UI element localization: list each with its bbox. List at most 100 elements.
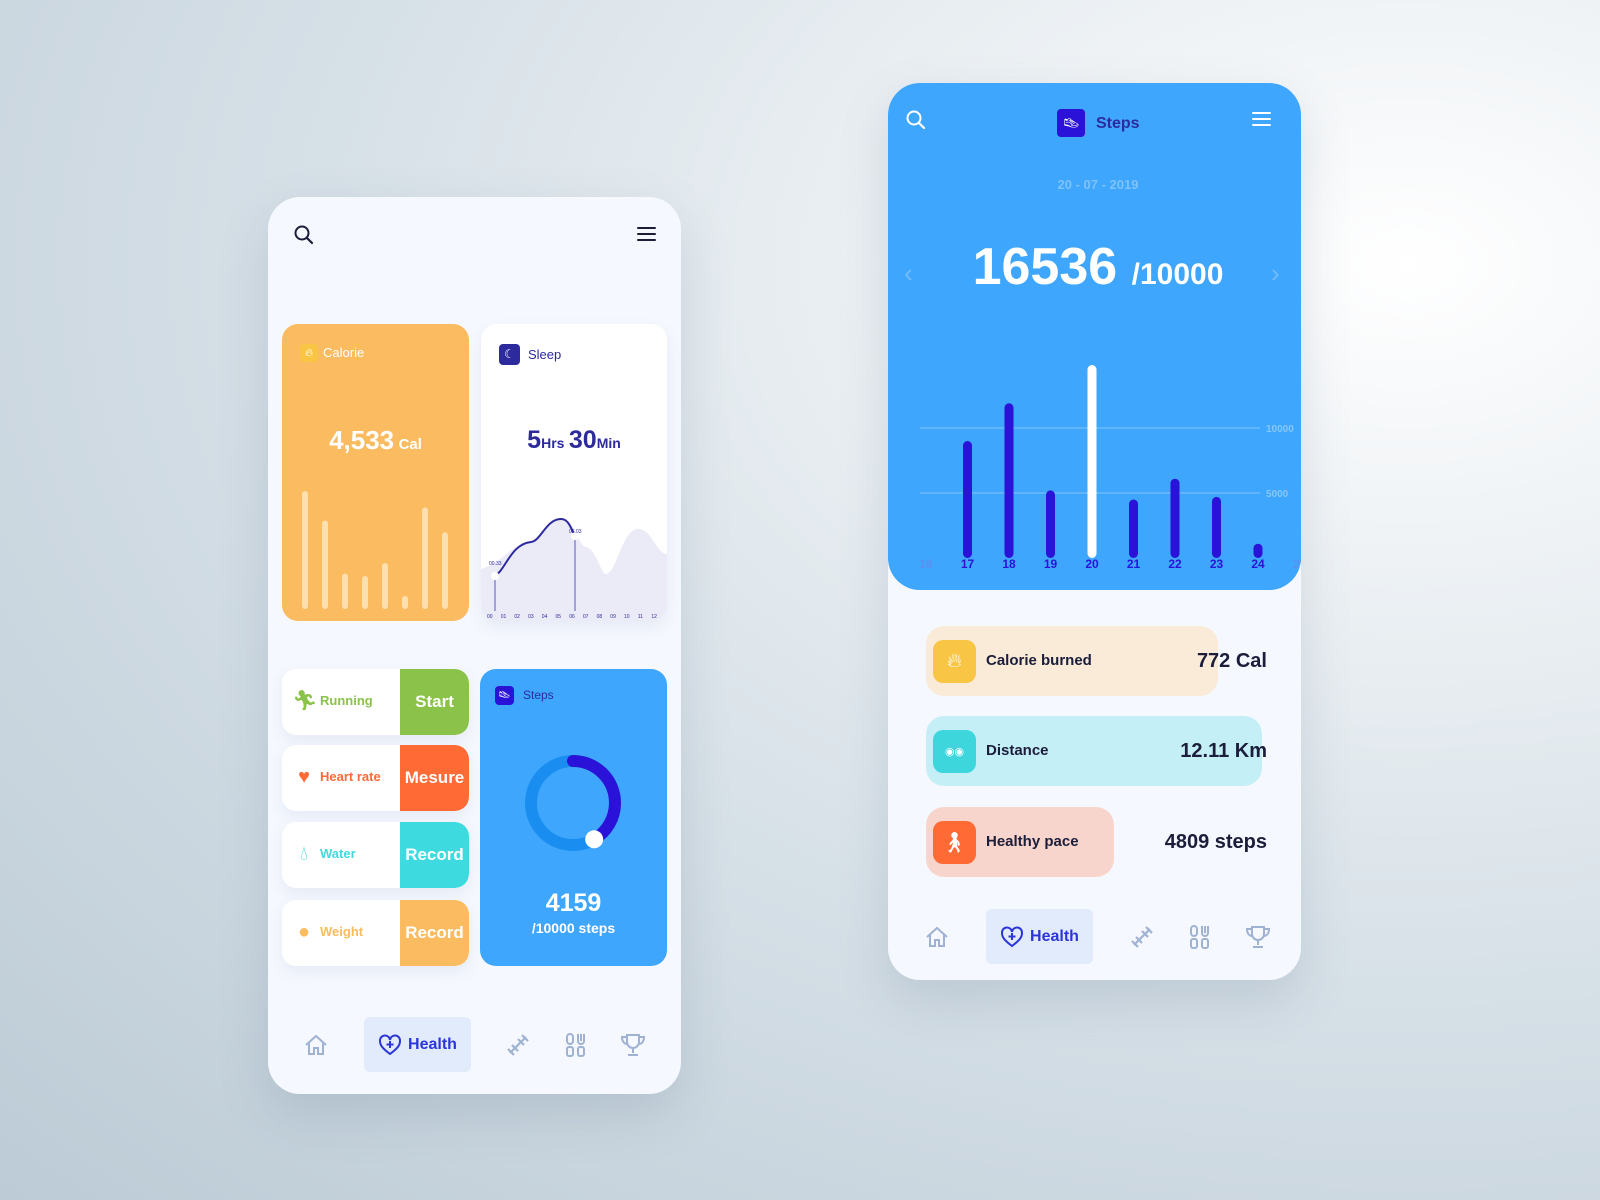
step-bar-22[interactable] bbox=[1170, 478, 1180, 558]
start-marker-dot bbox=[491, 572, 499, 580]
home-icon[interactable] bbox=[302, 1031, 330, 1059]
heart-plus-icon bbox=[379, 1033, 402, 1055]
x-tick-label: 18 bbox=[1002, 557, 1016, 571]
step-bar-21[interactable] bbox=[1129, 499, 1138, 559]
bottom-nav: Health bbox=[268, 1017, 681, 1073]
sleep-tick-label: 07 bbox=[583, 614, 589, 620]
cutlery-icon[interactable] bbox=[1186, 923, 1214, 951]
home-icon[interactable] bbox=[923, 923, 951, 951]
calorie-value: 4,533 bbox=[329, 425, 395, 455]
x-tick-label: 23 bbox=[1210, 557, 1224, 571]
stat-value: 12.11 Km bbox=[1180, 740, 1267, 762]
water-drop-icon: 💧︎ bbox=[300, 843, 308, 865]
steps-total-goal: /10000 bbox=[1131, 258, 1224, 291]
stat-row-calorie-burned[interactable]: 🔥︎ Calorie burned 772 Cal bbox=[926, 626, 1267, 696]
sleep-tick-label: 01 bbox=[501, 614, 507, 620]
sleep-tick-label: 04 bbox=[542, 614, 548, 620]
stat-label: Calorie burned bbox=[986, 652, 1092, 669]
nav-health-tab[interactable]: Health bbox=[364, 1017, 471, 1072]
cutlery-icon[interactable] bbox=[562, 1031, 590, 1059]
calorie-bar bbox=[362, 575, 368, 609]
calorie-card[interactable]: 🔥︎ Calorie 4,533 Cal bbox=[282, 324, 469, 621]
menu-icon[interactable] bbox=[1252, 111, 1272, 127]
activity-label: Weight bbox=[320, 924, 364, 939]
activity-label: Heart rate bbox=[320, 769, 381, 784]
calorie-bar-chart bbox=[302, 491, 448, 609]
calorie-bar bbox=[302, 491, 308, 609]
stat-value: 772 Cal bbox=[1196, 650, 1267, 672]
sleep-card[interactable]: ☾ Sleep 5Hrs 30Min 00.33 06.03 00 01 02 03 0… bbox=[481, 324, 667, 621]
step-bar-20[interactable] bbox=[1087, 365, 1097, 558]
stat-label: Distance bbox=[986, 742, 1049, 759]
calorie-bar bbox=[342, 573, 348, 609]
y-tick-label: 10000 bbox=[1266, 424, 1294, 435]
activity-action-button[interactable]: Record bbox=[400, 822, 469, 888]
calorie-bar bbox=[322, 520, 328, 609]
step-bar-24[interactable] bbox=[1253, 543, 1263, 558]
steps-value: 4159 bbox=[545, 889, 602, 917]
activity-action-button[interactable]: Start bbox=[400, 669, 469, 735]
menu-icon[interactable] bbox=[637, 226, 657, 242]
calorie-value-wrap: 4,533 Cal bbox=[282, 425, 469, 456]
dumbbell-icon[interactable] bbox=[504, 1031, 532, 1059]
sleep-tick-label: 11 bbox=[638, 614, 643, 620]
sleep-label: Sleep bbox=[528, 347, 562, 362]
steps-total-value: 16536 bbox=[972, 238, 1118, 296]
steps-card[interactable]: 👟︎ Steps 4159 /10000 steps bbox=[480, 669, 667, 966]
sleep-tick-label: 03 bbox=[528, 614, 534, 620]
activity-label: Water bbox=[320, 846, 356, 861]
sleep-tick-label: 06 bbox=[569, 614, 575, 620]
stat-row-distance[interactable]: ◉◉ Distance 12.11 Km bbox=[926, 716, 1267, 786]
sleep-hours: 5 bbox=[527, 426, 542, 454]
nav-health-label: Health bbox=[1030, 927, 1079, 945]
activity-row-running: 🏃︎ Running Start bbox=[282, 669, 469, 735]
dumbbell-icon[interactable] bbox=[1128, 923, 1156, 951]
step-bar-23[interactable] bbox=[1212, 496, 1221, 558]
moon-icon: ☾ bbox=[499, 344, 520, 365]
calorie-bar bbox=[422, 507, 428, 609]
steps-goal: /10000 steps bbox=[531, 920, 616, 936]
activity-action-button[interactable]: Mesure bbox=[400, 745, 469, 811]
calorie-bar bbox=[402, 596, 408, 609]
bottom-nav: Health bbox=[888, 909, 1301, 965]
location-pins-icon: ◉◉ bbox=[933, 730, 976, 773]
trophy-icon[interactable] bbox=[1244, 923, 1272, 951]
x-tick-label: 24 bbox=[1251, 557, 1265, 571]
activity-label: Running bbox=[320, 693, 373, 708]
search-icon[interactable] bbox=[293, 224, 315, 246]
weight-scale-icon: ● bbox=[297, 921, 311, 943]
sleep-tick-label: 00 bbox=[487, 614, 493, 620]
shoe-icon: 👟︎ bbox=[495, 686, 514, 705]
shoe-icon: 👟︎ bbox=[1057, 109, 1085, 137]
activity-row-heart-rate: ♥ Heart rate Mesure bbox=[282, 745, 469, 811]
steps-progress-knob[interactable] bbox=[585, 830, 604, 849]
nav-health-label: Health bbox=[408, 1035, 457, 1053]
steps-header: 👟︎ Steps 20 - 07 - 2019 ‹ › 16536 /10000… bbox=[888, 83, 1301, 590]
sleep-chart: 00.33 06.03 00 01 02 03 04 05 06 07 08 09 10 11 12 bbox=[481, 517, 667, 621]
activity-action-button[interactable]: Record bbox=[400, 900, 469, 966]
trophy-icon[interactable] bbox=[619, 1031, 647, 1059]
sleep-duration: 5Hrs 30Min bbox=[481, 426, 667, 455]
heart-rate-icon: ♥ bbox=[298, 766, 310, 788]
steps-label: Steps bbox=[523, 688, 554, 702]
header-title: Steps bbox=[1096, 115, 1140, 132]
sleep-tick-label: 02 bbox=[514, 614, 520, 620]
search-icon[interactable] bbox=[905, 109, 927, 131]
x-tick-label: 16 bbox=[919, 557, 933, 571]
x-tick-label: 22 bbox=[1168, 557, 1182, 571]
flame-icon: 🔥︎ bbox=[300, 344, 318, 362]
step-bar-18[interactable] bbox=[1004, 403, 1014, 558]
step-bar-19[interactable] bbox=[1046, 490, 1055, 558]
step-bar-17[interactable] bbox=[963, 441, 972, 558]
steps-bar-chart: 10000 5000 16 17 18 19 20 21 22 23 24 25 bbox=[919, 365, 1301, 571]
sleep-tick-label: 09 bbox=[610, 614, 616, 620]
flame-icon: 🔥︎ bbox=[933, 640, 976, 683]
nav-health-tab[interactable]: Health bbox=[986, 909, 1093, 964]
steps-total: 16536 /10000 bbox=[888, 237, 1301, 297]
sleep-tick-label: 12 bbox=[651, 614, 657, 620]
calorie-bar bbox=[442, 532, 448, 609]
x-tick-label: 20 bbox=[1085, 557, 1099, 571]
stat-row-healthy-pace[interactable]: 🚶︎ Healthy pace 4809 steps bbox=[926, 807, 1267, 877]
x-tick-label: 25 bbox=[1293, 557, 1301, 571]
health-dashboard-phone: 🔥︎ Calorie 4,533 Cal ☾ Sleep 5Hrs 30Min … bbox=[268, 197, 681, 1094]
